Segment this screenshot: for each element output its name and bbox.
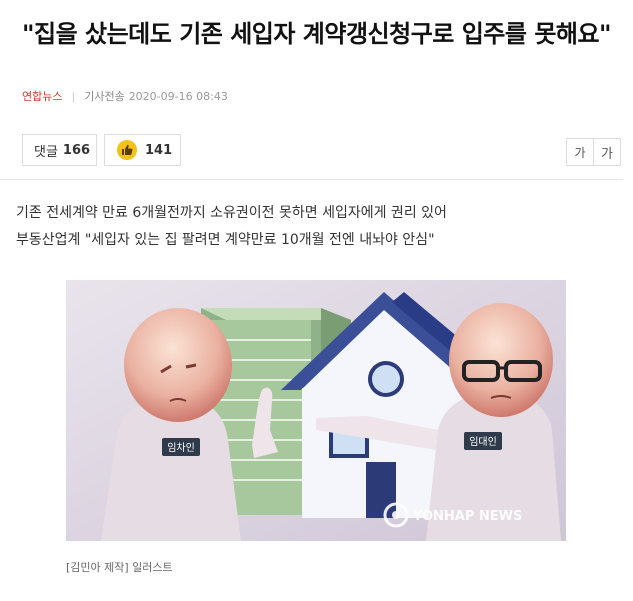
summary-line: 부동산업계 "세입자 있는 집 팔려면 계약만료 10개월 전엔 내놔야 안심" xyxy=(16,232,435,248)
article-datetime: 2020-09-16 08:43 xyxy=(128,89,228,103)
thumbs-up-icon xyxy=(117,140,137,160)
article-illustration: 임차인 임대인 YONHAP NEWS xyxy=(66,280,566,541)
like-count: 141 xyxy=(145,142,173,158)
meta-separator: | xyxy=(71,89,76,103)
landlord-tag: 임대인 xyxy=(469,435,497,448)
summary-line: 기존 전세계약 만료 6개월전까지 소유권이전 못하면 세입자에게 권리 있어 xyxy=(16,205,447,221)
article-headline: "집을 샀는데도 기존 세입자 계약갱신청구로 입주를 못해요" xyxy=(22,20,612,48)
illustration-art: 임차인 임대인 YONHAP NEWS xyxy=(66,280,566,541)
font-size-decrease-button[interactable]: 가 xyxy=(566,138,594,166)
comment-button[interactable]: 댓글 166 xyxy=(22,134,97,166)
comment-count: 166 xyxy=(62,142,91,158)
tenant-tag: 임차인 xyxy=(167,441,195,454)
article-meta: 연합뉴스 | 기사전송 2020-09-16 08:43 xyxy=(22,88,228,104)
section-divider xyxy=(0,179,623,180)
comment-label: 댓글 xyxy=(34,144,58,160)
watermark-text: YONHAP NEWS xyxy=(412,509,522,524)
press-name[interactable]: 연합뉴스 xyxy=(22,88,62,104)
font-size-increase-button[interactable]: 가 xyxy=(593,138,621,166)
article-summary: 기존 전세계약 만료 6개월전까지 소유권이전 못하면 세입자에게 권리 있어 … xyxy=(16,200,447,254)
like-button[interactable]: 141 xyxy=(104,134,181,166)
article-type: 기사전송 xyxy=(84,90,125,103)
image-caption: [김민아 제작] 일러스트 xyxy=(66,561,173,574)
